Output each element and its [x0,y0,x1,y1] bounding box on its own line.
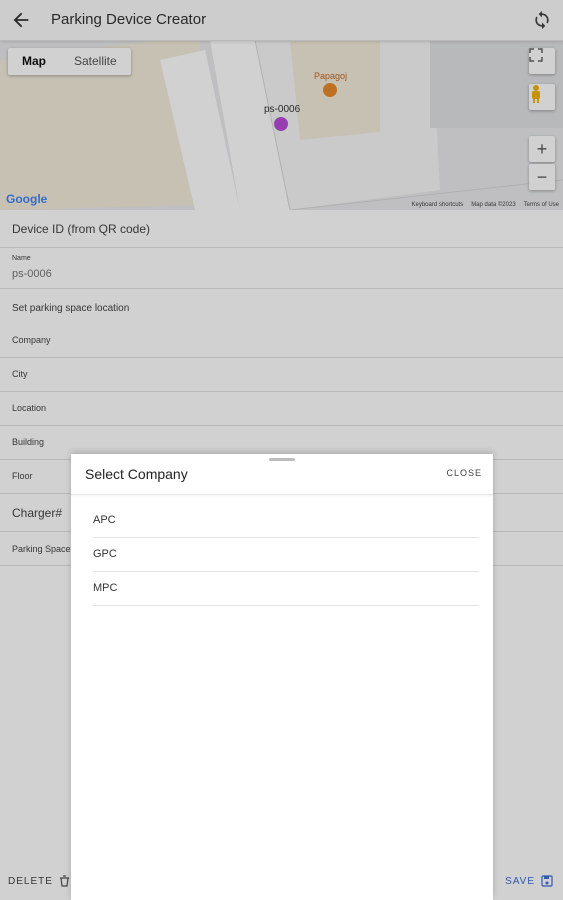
company-option[interactable]: GPC [93,538,479,572]
company-option-label: APC [93,514,116,526]
sheet-header: Select Company CLOSE [71,454,493,495]
company-option[interactable]: MPC [93,572,479,606]
company-option-label: GPC [93,548,117,560]
drag-handle[interactable] [269,458,295,461]
select-company-sheet: Select Company CLOSE APC GPC MPC [71,454,493,900]
company-option[interactable]: APC [93,504,479,538]
company-option-label: MPC [93,582,118,594]
sheet-title: Select Company [85,466,188,482]
close-button[interactable]: CLOSE [446,468,482,478]
